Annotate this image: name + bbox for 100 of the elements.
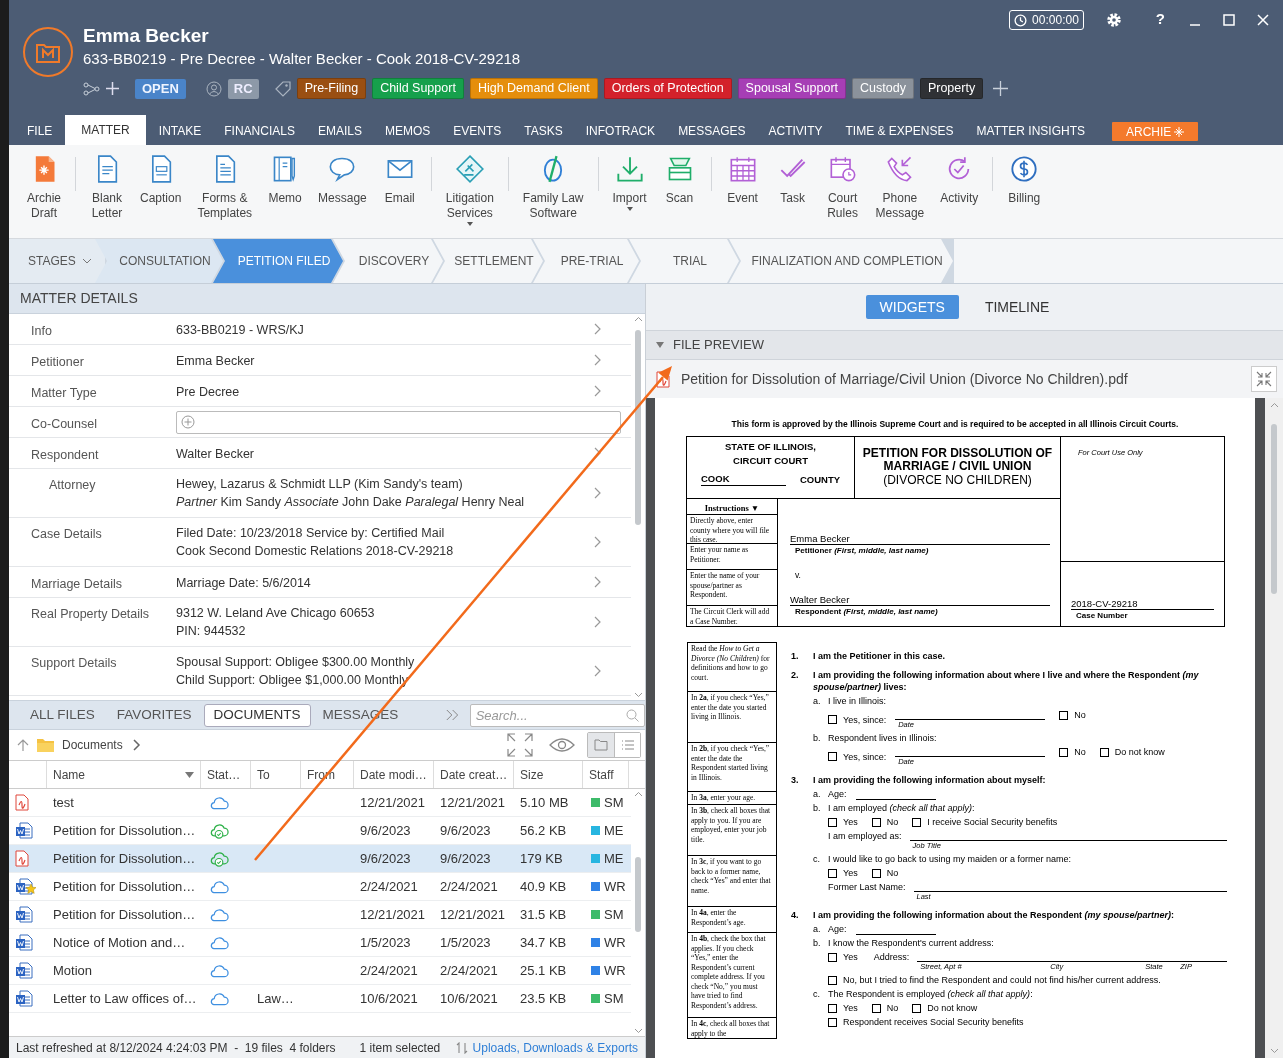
chevron-right-icon[interactable]: [594, 354, 601, 366]
eye-icon[interactable]: [549, 737, 575, 753]
checkbox[interactable]: [828, 952, 837, 962]
checkbox[interactable]: [1099, 747, 1109, 757]
ribbon-button[interactable]: Import: [604, 155, 655, 211]
ribbon-button[interactable]: Billing: [999, 155, 1050, 206]
checkbox[interactable]: [1059, 710, 1069, 720]
chevron-right-icon[interactable]: [594, 536, 601, 548]
ribbon-button[interactable]: Forms & Templates: [189, 155, 261, 221]
breadcrumb-item[interactable]: Documents: [62, 736, 123, 754]
ribbon-button[interactable]: Caption: [132, 155, 190, 206]
status-badge[interactable]: OPEN: [135, 78, 186, 99]
settings-icon[interactable]: [1105, 12, 1122, 28]
plus-icon[interactable]: [993, 81, 1009, 96]
plus-icon[interactable]: [106, 82, 119, 95]
tag[interactable]: Spousal Support: [737, 78, 847, 99]
column-header[interactable]: To: [251, 761, 301, 788]
tag[interactable]: Orders of Protection: [603, 78, 732, 99]
close-icon[interactable]: [1257, 14, 1269, 26]
tab[interactable]: MESSAGES: [668, 117, 756, 145]
checkbox[interactable]: [828, 1003, 837, 1013]
timer[interactable]: 00:00:00: [1009, 10, 1084, 30]
tab[interactable]: ACTIVITY: [758, 117, 833, 145]
stage-step[interactable]: DISCOVERY: [333, 239, 443, 283]
stages-dropdown[interactable]: STAGES: [9, 239, 105, 283]
checkbox[interactable]: [1059, 747, 1069, 757]
tab[interactable]: MATTER: [65, 115, 146, 145]
tag-icon[interactable]: [274, 80, 291, 97]
checkbox[interactable]: [828, 715, 837, 724]
checkbox[interactable]: [828, 752, 837, 761]
column-header[interactable]: Size: [514, 761, 583, 788]
sort-arrow-icon[interactable]: [185, 771, 194, 778]
checkbox[interactable]: [871, 868, 881, 878]
scroll-down-icon[interactable]: [633, 692, 643, 698]
chevron-right-icon[interactable]: [594, 385, 601, 397]
help-button[interactable]: ?: [1153, 10, 1167, 28]
ribbon-button[interactable]: Blank Letter: [82, 155, 132, 221]
tab[interactable]: TASKS: [514, 117, 573, 145]
ribbon-button[interactable]: Phone Message: [867, 155, 933, 221]
tab[interactable]: MATTER INSIGHTS: [966, 117, 1095, 145]
tag[interactable]: Property: [919, 78, 984, 99]
ribbon-button[interactable]: Activity: [932, 155, 987, 206]
scroll-up-icon[interactable]: [633, 316, 643, 322]
view-tab[interactable]: TIMELINE: [970, 295, 1064, 319]
add-icon[interactable]: [181, 415, 195, 429]
section-title[interactable]: FILE PREVIEW: [673, 335, 765, 355]
chevron-right-icon[interactable]: [594, 487, 601, 499]
ribbon-button[interactable]: Memo: [260, 155, 311, 206]
checkbox[interactable]: [912, 817, 922, 827]
checkbox[interactable]: [828, 975, 837, 985]
file-row[interactable]: Petition for Dissolution… 9/6/2023 9/6/2023 179 KB ME: [9, 845, 631, 873]
tab[interactable]: FILE: [17, 117, 63, 145]
double-chevron-icon[interactable]: [446, 708, 460, 722]
checkbox[interactable]: [828, 1017, 837, 1027]
ribbon-button[interactable]: Family Law Software: [514, 155, 592, 221]
ribbon-button[interactable]: Message: [310, 155, 375, 206]
tab[interactable]: MEMOS: [374, 117, 441, 145]
tab[interactable]: INFOTRACK: [575, 117, 666, 145]
stage-step[interactable]: PRE-TRIAL: [533, 239, 639, 283]
tab[interactable]: DOCUMENTS: [203, 703, 311, 727]
checkbox[interactable]: [828, 868, 837, 878]
ribbon-button[interactable]: Scan: [654, 155, 705, 206]
tab[interactable]: FAVORITES: [106, 703, 202, 727]
scroll-up-icon[interactable]: [1269, 402, 1279, 408]
tab[interactable]: TIME & EXPENSES: [835, 117, 964, 145]
input-field[interactable]: [176, 410, 621, 434]
scroll-down-icon[interactable]: [633, 1028, 643, 1034]
ribbon-button[interactable]: Email: [374, 155, 425, 206]
collapse-icon[interactable]: [1251, 366, 1277, 392]
tab[interactable]: EVENTS: [443, 117, 512, 145]
scroll-up-icon[interactable]: [633, 791, 643, 797]
column-header[interactable]: Name: [47, 761, 201, 788]
share-icon[interactable]: [83, 81, 100, 96]
scroll-down-icon[interactable]: [1269, 1048, 1279, 1054]
checkbox[interactable]: [871, 817, 881, 827]
caret-icon[interactable]: [656, 342, 664, 348]
column-header[interactable]: Stat…: [201, 761, 251, 788]
maximize-icon[interactable]: [1223, 14, 1235, 26]
column-header[interactable]: Staff: [583, 761, 629, 788]
ribbon-button[interactable]: Archie Draft: [19, 155, 69, 221]
search-field[interactable]: Search...: [469, 703, 645, 727]
stage-step[interactable]: TRIAL: [629, 239, 739, 283]
chevron-right-icon[interactable]: [132, 739, 141, 751]
expand-icon[interactable]: [507, 733, 533, 757]
tab[interactable]: INTAKE: [148, 117, 212, 145]
scrollbar[interactable]: [1265, 398, 1283, 1058]
column-header[interactable]: Date modi…: [354, 761, 434, 788]
chevron-right-icon[interactable]: [594, 616, 601, 628]
tab[interactable]: ALL FILES: [20, 703, 105, 727]
up-arrow-icon[interactable]: [17, 738, 29, 752]
chevron-right-icon[interactable]: [594, 576, 601, 588]
stage-step[interactable]: FINALIZATION AND COMPLETION: [729, 239, 953, 283]
tab[interactable]: EMAILS: [307, 117, 372, 145]
ribbon-button[interactable]: Litigation Services: [437, 155, 502, 226]
stage-step[interactable]: CONSULTATION: [95, 239, 223, 283]
person-icon[interactable]: [205, 80, 222, 97]
ribbon-button[interactable]: Task: [767, 155, 818, 206]
chevron-right-icon[interactable]: [594, 323, 601, 335]
ribbon-button[interactable]: Event: [717, 155, 768, 206]
chevron-right-icon[interactable]: [594, 665, 601, 677]
